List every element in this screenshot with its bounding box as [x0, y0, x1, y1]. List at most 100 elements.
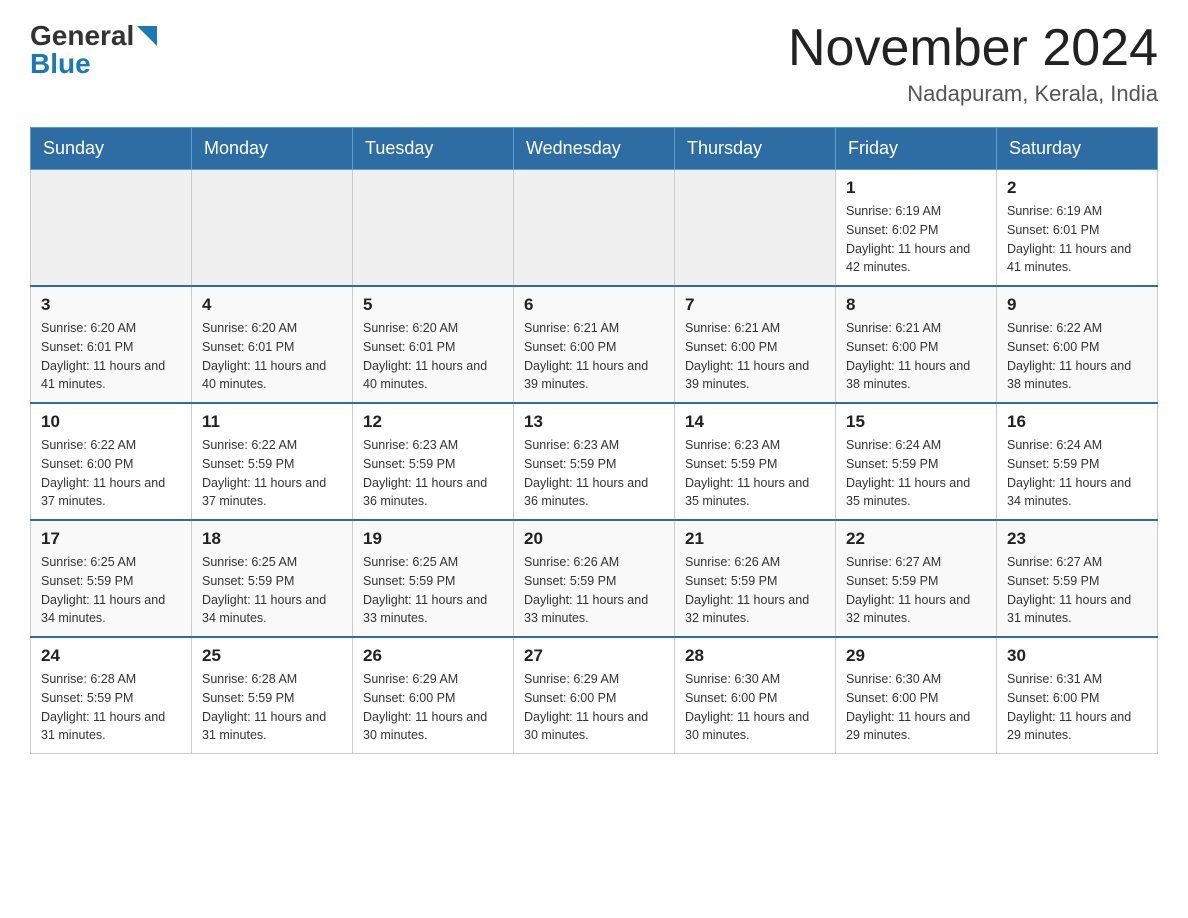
day-number: 7: [685, 295, 825, 315]
day-info: Sunrise: 6:21 AM Sunset: 6:00 PM Dayligh…: [524, 319, 664, 394]
calendar-cell: 6 Sunrise: 6:21 AM Sunset: 6:00 PM Daylig…: [514, 286, 675, 403]
day-number: 11: [202, 412, 342, 432]
location-subtitle: Nadapuram, Kerala, India: [788, 81, 1158, 107]
day-info: Sunrise: 6:24 AM Sunset: 5:59 PM Dayligh…: [846, 436, 986, 511]
day-number: 29: [846, 646, 986, 666]
calendar-cell: 4 Sunrise: 6:20 AM Sunset: 6:01 PM Daylig…: [192, 286, 353, 403]
day-info: Sunrise: 6:26 AM Sunset: 5:59 PM Dayligh…: [524, 553, 664, 628]
calendar-cell: [514, 170, 675, 287]
day-number: 18: [202, 529, 342, 549]
calendar-week-row: 10 Sunrise: 6:22 AM Sunset: 6:00 PM Dayli…: [31, 403, 1158, 520]
calendar-cell: 20 Sunrise: 6:26 AM Sunset: 5:59 PM Dayli…: [514, 520, 675, 637]
day-info: Sunrise: 6:19 AM Sunset: 6:02 PM Dayligh…: [846, 202, 986, 277]
day-info: Sunrise: 6:28 AM Sunset: 5:59 PM Dayligh…: [202, 670, 342, 745]
day-info: Sunrise: 6:20 AM Sunset: 6:01 PM Dayligh…: [41, 319, 181, 394]
day-info: Sunrise: 6:28 AM Sunset: 5:59 PM Dayligh…: [41, 670, 181, 745]
calendar-week-row: 1Sunrise: 6:19 AM Sunset: 6:02 PM Daylig…: [31, 170, 1158, 287]
calendar-cell: 24 Sunrise: 6:28 AM Sunset: 5:59 PM Dayli…: [31, 637, 192, 754]
day-info: Sunrise: 6:30 AM Sunset: 6:00 PM Dayligh…: [846, 670, 986, 745]
day-info: Sunrise: 6:19 AM Sunset: 6:01 PM Dayligh…: [1007, 202, 1147, 277]
calendar-cell: 5Sunrise: 6:20 AM Sunset: 6:01 PM Daylig…: [353, 286, 514, 403]
calendar-cell: 19 Sunrise: 6:25 AM Sunset: 5:59 PM Dayli…: [353, 520, 514, 637]
page-header: General Blue November 2024 Nadapuram, Ke…: [30, 20, 1158, 107]
day-number: 12: [363, 412, 503, 432]
logo-arrow-icon: [137, 26, 157, 46]
day-info: Sunrise: 6:27 AM Sunset: 5:59 PM Dayligh…: [1007, 553, 1147, 628]
day-number: 19: [363, 529, 503, 549]
calendar-cell: 17Sunrise: 6:25 AM Sunset: 5:59 PM Dayli…: [31, 520, 192, 637]
day-info: Sunrise: 6:23 AM Sunset: 5:59 PM Dayligh…: [524, 436, 664, 511]
calendar-cell: 16 Sunrise: 6:24 AM Sunset: 5:59 PM Dayli…: [997, 403, 1158, 520]
day-info: Sunrise: 6:29 AM Sunset: 6:00 PM Dayligh…: [524, 670, 664, 745]
calendar-cell: 10 Sunrise: 6:22 AM Sunset: 6:00 PM Dayli…: [31, 403, 192, 520]
day-number: 20: [524, 529, 664, 549]
calendar-cell: 30 Sunrise: 6:31 AM Sunset: 6:00 PM Dayli…: [997, 637, 1158, 754]
day-info: Sunrise: 6:23 AM Sunset: 5:59 PM Dayligh…: [685, 436, 825, 511]
day-number: 8: [846, 295, 986, 315]
col-header-monday: Monday: [192, 128, 353, 170]
day-info: Sunrise: 6:25 AM Sunset: 5:59 PM Dayligh…: [202, 553, 342, 628]
day-info: Sunrise: 6:22 AM Sunset: 5:59 PM Dayligh…: [202, 436, 342, 511]
calendar-cell: 14 Sunrise: 6:23 AM Sunset: 5:59 PM Dayli…: [675, 403, 836, 520]
calendar-cell: 8Sunrise: 6:21 AM Sunset: 6:00 PM Daylig…: [836, 286, 997, 403]
day-info: Sunrise: 6:24 AM Sunset: 5:59 PM Dayligh…: [1007, 436, 1147, 511]
day-info: Sunrise: 6:29 AM Sunset: 6:00 PM Dayligh…: [363, 670, 503, 745]
day-number: 17: [41, 529, 181, 549]
day-number: 10: [41, 412, 181, 432]
day-number: 23: [1007, 529, 1147, 549]
day-number: 25: [202, 646, 342, 666]
day-number: 13: [524, 412, 664, 432]
day-number: 15: [846, 412, 986, 432]
col-header-wednesday: Wednesday: [514, 128, 675, 170]
day-info: Sunrise: 6:20 AM Sunset: 6:01 PM Dayligh…: [363, 319, 503, 394]
calendar-cell: [353, 170, 514, 287]
day-info: Sunrise: 6:22 AM Sunset: 6:00 PM Dayligh…: [41, 436, 181, 511]
col-header-sunday: Sunday: [31, 128, 192, 170]
day-info: Sunrise: 6:26 AM Sunset: 5:59 PM Dayligh…: [685, 553, 825, 628]
col-header-friday: Friday: [836, 128, 997, 170]
calendar-cell: [675, 170, 836, 287]
calendar-week-row: 3 Sunrise: 6:20 AM Sunset: 6:01 PM Daylig…: [31, 286, 1158, 403]
calendar-cell: 7Sunrise: 6:21 AM Sunset: 6:00 PM Daylig…: [675, 286, 836, 403]
day-number: 4: [202, 295, 342, 315]
calendar-cell: 15 Sunrise: 6:24 AM Sunset: 5:59 PM Dayli…: [836, 403, 997, 520]
day-info: Sunrise: 6:31 AM Sunset: 6:00 PM Dayligh…: [1007, 670, 1147, 745]
calendar-cell: 18 Sunrise: 6:25 AM Sunset: 5:59 PM Dayli…: [192, 520, 353, 637]
calendar-cell: 26Sunrise: 6:29 AM Sunset: 6:00 PM Dayli…: [353, 637, 514, 754]
logo: General Blue: [30, 20, 157, 80]
day-number: 3: [41, 295, 181, 315]
day-number: 14: [685, 412, 825, 432]
day-number: 30: [1007, 646, 1147, 666]
calendar-week-row: 24 Sunrise: 6:28 AM Sunset: 5:59 PM Dayli…: [31, 637, 1158, 754]
calendar-cell: 23 Sunrise: 6:27 AM Sunset: 5:59 PM Dayli…: [997, 520, 1158, 637]
calendar-cell: [192, 170, 353, 287]
day-info: Sunrise: 6:25 AM Sunset: 5:59 PM Dayligh…: [363, 553, 503, 628]
day-number: 2: [1007, 178, 1147, 198]
calendar-cell: 9 Sunrise: 6:22 AM Sunset: 6:00 PM Daylig…: [997, 286, 1158, 403]
day-info: Sunrise: 6:20 AM Sunset: 6:01 PM Dayligh…: [202, 319, 342, 394]
day-info: Sunrise: 6:30 AM Sunset: 6:00 PM Dayligh…: [685, 670, 825, 745]
month-year-title: November 2024: [788, 20, 1158, 77]
calendar-cell: 25 Sunrise: 6:28 AM Sunset: 5:59 PM Dayli…: [192, 637, 353, 754]
day-number: 6: [524, 295, 664, 315]
calendar-cell: 1Sunrise: 6:19 AM Sunset: 6:02 PM Daylig…: [836, 170, 997, 287]
day-number: 28: [685, 646, 825, 666]
day-number: 16: [1007, 412, 1147, 432]
day-number: 27: [524, 646, 664, 666]
calendar-header-row: SundayMondayTuesdayWednesdayThursdayFrid…: [31, 128, 1158, 170]
day-info: Sunrise: 6:22 AM Sunset: 6:00 PM Dayligh…: [1007, 319, 1147, 394]
logo-blue-text: Blue: [30, 48, 91, 80]
col-header-thursday: Thursday: [675, 128, 836, 170]
day-info: Sunrise: 6:23 AM Sunset: 5:59 PM Dayligh…: [363, 436, 503, 511]
calendar-table: SundayMondayTuesdayWednesdayThursdayFrid…: [30, 127, 1158, 754]
col-header-tuesday: Tuesday: [353, 128, 514, 170]
calendar-cell: 3 Sunrise: 6:20 AM Sunset: 6:01 PM Daylig…: [31, 286, 192, 403]
calendar-cell: 21Sunrise: 6:26 AM Sunset: 5:59 PM Dayli…: [675, 520, 836, 637]
calendar-cell: 27 Sunrise: 6:29 AM Sunset: 6:00 PM Dayli…: [514, 637, 675, 754]
day-info: Sunrise: 6:27 AM Sunset: 5:59 PM Dayligh…: [846, 553, 986, 628]
day-number: 24: [41, 646, 181, 666]
calendar-cell: 22Sunrise: 6:27 AM Sunset: 5:59 PM Dayli…: [836, 520, 997, 637]
day-number: 9: [1007, 295, 1147, 315]
calendar-cell: 28 Sunrise: 6:30 AM Sunset: 6:00 PM Dayli…: [675, 637, 836, 754]
title-section: November 2024 Nadapuram, Kerala, India: [788, 20, 1158, 107]
